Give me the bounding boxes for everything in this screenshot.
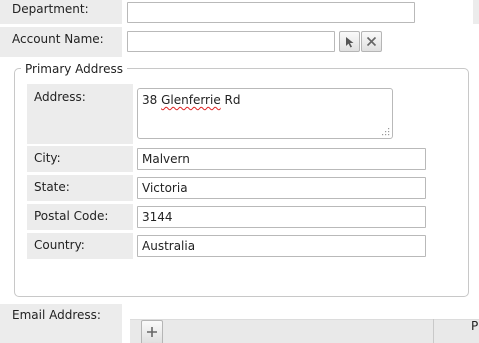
- address-value-prefix: 38: [142, 93, 162, 107]
- cursor-arrow-icon: [345, 36, 353, 47]
- select-account-button[interactable]: [339, 31, 360, 52]
- primary-address-legend: Primary Address: [21, 61, 127, 77]
- email-partial-header: P: [471, 319, 479, 333]
- postal-code-label: Postal Code:: [34, 209, 109, 223]
- email-table-header: [130, 319, 479, 343]
- state-label: State:: [34, 180, 70, 194]
- email-table-divider: [433, 319, 434, 343]
- department-label-cell: Department:: [0, 0, 122, 24]
- address-label: Address:: [34, 90, 86, 104]
- address-label-cell: Address:: [27, 84, 133, 144]
- email-label: Email Address:: [12, 308, 101, 322]
- account-name-label: Account Name:: [12, 32, 104, 46]
- address-textarea[interactable]: 38 Glenferrie Rd: [137, 88, 393, 139]
- add-email-button[interactable]: [141, 320, 163, 343]
- clear-account-button[interactable]: [361, 31, 382, 52]
- account-name-label-cell: Account Name:: [0, 27, 122, 57]
- state-input[interactable]: Victoria: [137, 177, 426, 199]
- state-label-cell: State:: [27, 175, 133, 201]
- department-label: Department:: [12, 2, 89, 16]
- postal-code-input[interactable]: 3144: [137, 206, 426, 228]
- city-input[interactable]: Malvern: [137, 148, 426, 170]
- country-label: Country:: [34, 238, 85, 252]
- right-strip: [473, 0, 479, 24]
- account-name-input[interactable]: [127, 31, 335, 52]
- country-input[interactable]: Australia: [137, 235, 426, 257]
- city-label: City:: [34, 151, 61, 165]
- address-value-misspelled: Glenferrie: [161, 93, 221, 107]
- country-label-cell: Country:: [27, 233, 133, 259]
- resize-grip-icon[interactable]: [380, 126, 390, 136]
- email-label-cell: Email Address:: [0, 304, 122, 343]
- plus-icon: [147, 327, 157, 337]
- city-label-cell: City:: [27, 146, 133, 172]
- address-value-suffix: Rd: [220, 93, 241, 107]
- x-icon: [366, 36, 377, 47]
- department-input[interactable]: [127, 2, 415, 23]
- postal-code-label-cell: Postal Code:: [27, 204, 133, 230]
